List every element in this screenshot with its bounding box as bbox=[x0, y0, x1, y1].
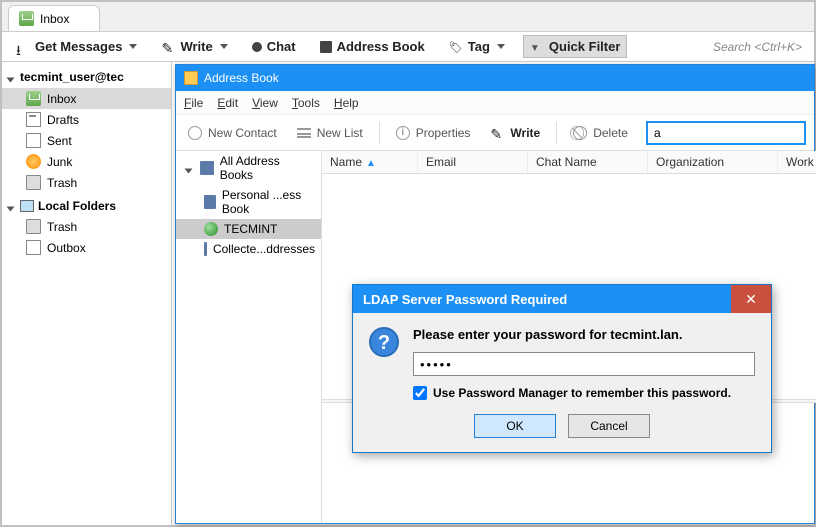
computer-icon bbox=[20, 200, 34, 212]
tag-icon bbox=[449, 40, 463, 54]
trash-icon bbox=[26, 175, 41, 190]
ab-write-button[interactable]: Write bbox=[486, 122, 544, 144]
download-icon bbox=[16, 40, 30, 54]
sort-asc-icon: ▲ bbox=[366, 158, 376, 169]
inbox-icon bbox=[26, 91, 41, 106]
col-chat[interactable]: Chat Name bbox=[528, 151, 648, 173]
question-icon: ? bbox=[369, 327, 399, 357]
book-icon bbox=[204, 242, 207, 256]
addressbook-app-icon bbox=[184, 71, 198, 85]
dialog-message: Please enter your password for tecmint.l… bbox=[413, 327, 755, 342]
book-icon bbox=[204, 195, 216, 209]
menu-tools[interactable]: Tools bbox=[292, 96, 320, 110]
dialog-titlebar[interactable]: LDAP Server Password Required ✕ bbox=[353, 285, 771, 313]
tab-bar: Inbox bbox=[2, 2, 814, 32]
main-toolbar: Get Messages Write Chat Address Book Tag… bbox=[2, 32, 814, 62]
tree-personal-book[interactable]: Personal ...ess Book bbox=[176, 185, 321, 219]
close-button[interactable]: ✕ bbox=[731, 285, 771, 313]
properties-button[interactable]: Properties bbox=[392, 122, 475, 144]
separator bbox=[556, 122, 557, 144]
chat-icon bbox=[252, 42, 262, 52]
chevron-down-icon bbox=[497, 44, 505, 49]
write-button[interactable]: Write bbox=[155, 36, 233, 57]
book-icon bbox=[200, 161, 214, 175]
junk-icon bbox=[26, 154, 41, 169]
twisty-icon[interactable] bbox=[8, 73, 16, 81]
sidebar-item-trash[interactable]: Trash bbox=[2, 172, 171, 193]
list-icon bbox=[297, 128, 311, 138]
address-book-toolbar: New Contact New List Properties Write De… bbox=[176, 115, 814, 151]
ab-search-input[interactable] bbox=[646, 121, 806, 145]
inbox-icon bbox=[19, 11, 34, 26]
delete-icon bbox=[573, 126, 587, 140]
col-work[interactable]: Work bbox=[778, 151, 816, 173]
window-title: Address Book bbox=[204, 71, 279, 85]
tree-tecmint[interactable]: TECMINT bbox=[176, 219, 321, 239]
outbox-icon bbox=[26, 240, 41, 255]
chat-button[interactable]: Chat bbox=[246, 36, 302, 57]
chevron-down-icon bbox=[129, 44, 137, 49]
address-book-menubar: File Edit View Tools Help bbox=[176, 91, 814, 115]
sidebar-item-outbox[interactable]: Outbox bbox=[2, 237, 171, 258]
col-email[interactable]: Email bbox=[418, 151, 528, 173]
tree-collected[interactable]: Collecte...ddresses bbox=[176, 239, 321, 259]
sidebar-item-inbox[interactable]: Inbox bbox=[2, 88, 171, 109]
tree-all-address-books[interactable]: All Address Books bbox=[176, 151, 321, 185]
filter-icon bbox=[530, 40, 544, 54]
chevron-down-icon bbox=[220, 44, 228, 49]
menu-view[interactable]: View bbox=[252, 96, 278, 110]
address-book-button[interactable]: Address Book bbox=[314, 36, 431, 57]
sidebar-item-local-trash[interactable]: Trash bbox=[2, 216, 171, 237]
cancel-button[interactable]: Cancel bbox=[568, 414, 650, 438]
ldap-password-dialog: LDAP Server Password Required ✕ ? Please… bbox=[352, 284, 772, 453]
menu-file[interactable]: File bbox=[184, 96, 203, 110]
new-contact-button[interactable]: New Contact bbox=[184, 122, 281, 144]
menu-edit[interactable]: Edit bbox=[217, 96, 238, 110]
get-messages-button[interactable]: Get Messages bbox=[10, 36, 143, 57]
book-icon bbox=[320, 41, 332, 53]
twisty-icon[interactable] bbox=[186, 164, 194, 172]
delete-button[interactable]: Delete bbox=[569, 122, 632, 144]
sidebar-item-junk[interactable]: Junk bbox=[2, 151, 171, 172]
folder-sidebar: tecmint_user@tec Inbox Drafts Sent Junk … bbox=[2, 62, 172, 525]
address-book-titlebar[interactable]: Address Book bbox=[176, 65, 814, 91]
sent-icon bbox=[26, 133, 41, 148]
sidebar-item-drafts[interactable]: Drafts bbox=[2, 109, 171, 130]
account-row[interactable]: tecmint_user@tec bbox=[2, 66, 171, 88]
quick-filter-button[interactable]: Quick Filter bbox=[523, 35, 628, 58]
twisty-icon[interactable] bbox=[8, 202, 16, 210]
remember-checkbox-input[interactable] bbox=[413, 386, 427, 400]
info-icon bbox=[396, 126, 410, 140]
sidebar-item-sent[interactable]: Sent bbox=[2, 130, 171, 151]
global-search-input[interactable]: Search <Ctrl+K> bbox=[709, 38, 806, 56]
pencil-icon bbox=[490, 126, 504, 140]
new-list-button[interactable]: New List bbox=[293, 122, 367, 144]
drafts-icon bbox=[26, 112, 41, 127]
menu-help[interactable]: Help bbox=[334, 96, 359, 110]
remember-password-checkbox[interactable]: Use Password Manager to remember this pa… bbox=[413, 386, 755, 400]
tag-button[interactable]: Tag bbox=[443, 36, 511, 57]
dialog-title: LDAP Server Password Required bbox=[363, 292, 567, 307]
tab-label: Inbox bbox=[40, 12, 69, 26]
address-book-tree: All Address Books Personal ...ess Book T… bbox=[176, 151, 322, 523]
password-input[interactable] bbox=[413, 352, 755, 376]
pencil-icon bbox=[161, 40, 175, 54]
local-folders-row[interactable]: Local Folders bbox=[2, 193, 171, 216]
contacts-column-headers: Name▲ Email Chat Name Organization Work bbox=[322, 151, 816, 174]
ok-button[interactable]: OK bbox=[474, 414, 556, 438]
tab-inbox[interactable]: Inbox bbox=[8, 5, 100, 31]
col-organization[interactable]: Organization bbox=[648, 151, 778, 173]
globe-icon bbox=[204, 222, 218, 236]
separator bbox=[379, 122, 380, 144]
person-icon bbox=[188, 126, 202, 140]
trash-icon bbox=[26, 219, 41, 234]
col-name[interactable]: Name▲ bbox=[322, 151, 418, 173]
